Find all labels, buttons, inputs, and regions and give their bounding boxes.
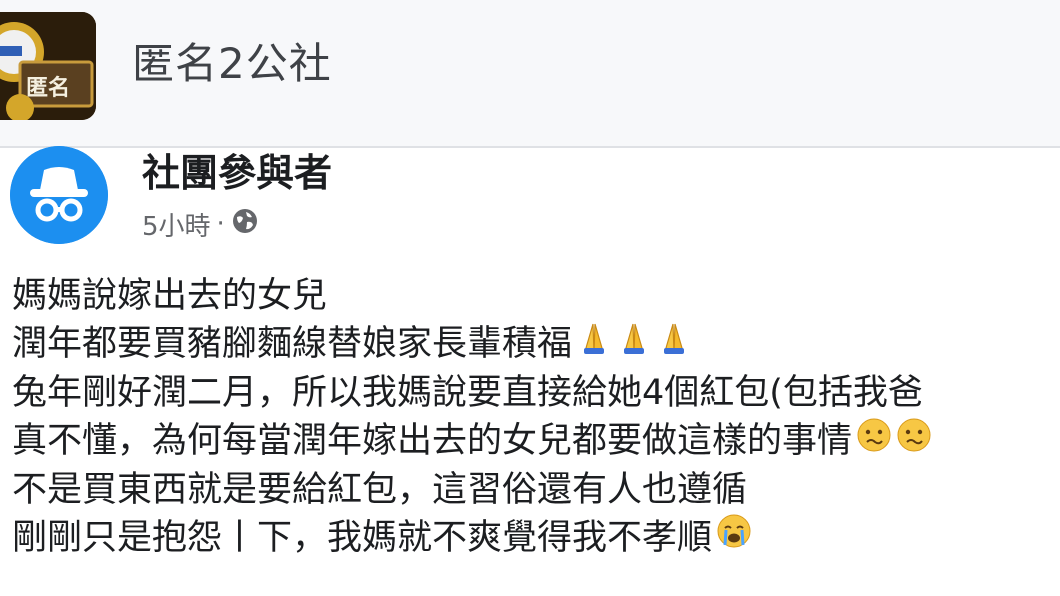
confused-face-icon <box>896 417 932 466</box>
post-text-line: 真不懂，為何每當潤年嫁出去的女兒都要做這樣的事情 <box>12 417 1060 465</box>
post-text: 潤年都要買豬腳麵線替娘家長輩積福 <box>12 324 573 365</box>
post-body: 媽媽說嫁出去的女兒潤年都要買豬腳麵線替娘家長輩積福兔年剛好潤二月，所以我媽說要直… <box>12 272 1060 562</box>
post-text-line: 兔年剛好潤二月，所以我媽說要直接給她4個紅包(包括我爸 <box>12 369 1060 417</box>
post-text: 媽媽說嫁出去的女兒 <box>12 276 328 316</box>
folded-hands-icon <box>616 320 652 369</box>
incognito-icon <box>10 146 108 244</box>
meta-separator: · <box>216 209 225 239</box>
anonymous-member-icon[interactable] <box>10 146 108 244</box>
folded-hands-icon <box>576 320 612 369</box>
post-text: 真不懂，為何每當潤年嫁出去的女兒都要做這樣的事情 <box>12 421 853 462</box>
crying-face-icon <box>716 513 752 562</box>
post-text-line: 媽媽說嫁出去的女兒 <box>12 272 1060 320</box>
post-text: 剛剛只是抱怨丨下，我媽就不爽覺得我不孝順 <box>12 517 713 558</box>
post-text: 兔年剛好潤二月，所以我媽說要直接給她4個紅包(包括我爸 <box>12 372 923 413</box>
post-timestamp[interactable]: 5小時 <box>142 206 211 243</box>
group-logo-text: 匿名 <box>26 75 70 101</box>
post-text-line: 剛剛只是抱怨丨下，我媽就不爽覺得我不孝順 <box>12 514 1060 562</box>
post-text-line: 潤年都要買豬腳麵線替娘家長輩積福 <box>12 320 1060 368</box>
post-meta: 5小時 · <box>142 204 259 244</box>
post-text: 不是買東西就是要給紅包，這習俗還有人也遵循 <box>12 469 748 510</box>
post-text-line: 不是買東西就是要給紅包，這習俗還有人也遵循 <box>12 466 1060 514</box>
group-header: 匿名 匿名2公社 <box>0 0 1060 148</box>
group-logo-icon[interactable]: 匿名 <box>0 12 96 120</box>
group-logo-image: 匿名 <box>0 12 96 120</box>
confused-face-icon <box>856 417 892 466</box>
group-name[interactable]: 匿名2公社 <box>132 38 332 90</box>
post-author-name[interactable]: 社團參與者 <box>142 150 332 196</box>
folded-hands-icon <box>656 320 692 369</box>
globe-icon <box>231 207 259 242</box>
